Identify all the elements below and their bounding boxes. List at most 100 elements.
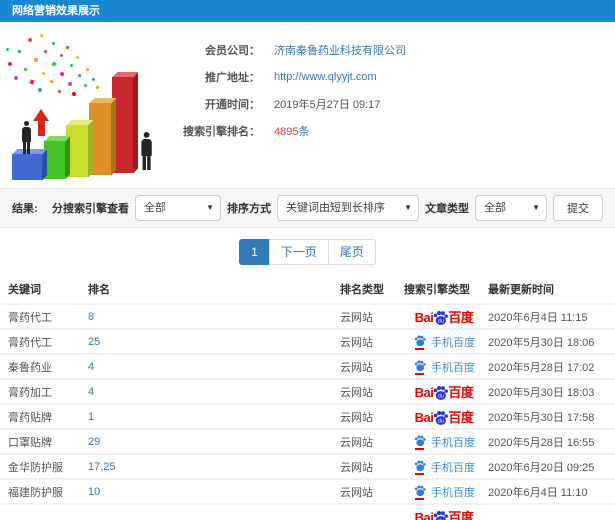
svg-text:du: du xyxy=(438,418,444,424)
keyword-cell: 膏药贴牌 xyxy=(8,411,52,424)
chevron-down-icon: ▼ xyxy=(532,203,540,212)
article-type-label: 文章类型 xyxy=(425,203,469,215)
sort-filter-value: 关键词由短到长排序 xyxy=(286,202,385,214)
mobile-baidu-label: 手机百度 xyxy=(431,336,475,349)
keyword-cell: 膏药代工 xyxy=(8,336,52,349)
rank-count-label: 搜索引擎排名： xyxy=(183,125,260,138)
mobile-baidu-badge: 手机百度 xyxy=(413,459,475,475)
col-header-rank: 排名 xyxy=(88,283,110,296)
submit-button[interactable]: 提交 xyxy=(553,195,603,221)
article-type-select[interactable]: 全部 ▼ xyxy=(475,195,547,221)
filter-controls: 分搜索引擎查看 全部 ▼ 排序方式 关键词由短到长排序 ▼ 文章类型 全部 ▼ … xyxy=(52,195,603,221)
keyword-cell: 膏药代工 xyxy=(8,311,52,324)
rank-type-cell: 云网站 xyxy=(340,311,373,324)
baidu-paw-icon: du xyxy=(434,510,449,520)
table-row: 膏药代工 25 云网站 Baidu百度 手机百度 2020年5月30日 18:0… xyxy=(0,328,615,353)
mobile-baidu-paw-icon xyxy=(413,484,427,500)
rank-cell: 29 xyxy=(88,436,340,448)
engine-type-cell: Baidu百度 手机百度 xyxy=(400,509,488,520)
rank-link[interactable]: 10 xyxy=(88,486,100,498)
mobile-baidu-badge: 手机百度 xyxy=(413,359,475,375)
baidu-paw-icon: du xyxy=(434,385,449,400)
rank-link[interactable]: 4 xyxy=(88,386,94,398)
engine-filter-value: 全部 xyxy=(144,202,166,214)
table-body: 膏药代工 8 云网站 Baidu百度 手机百度 2020年6月4日 11:15 … xyxy=(0,303,615,520)
page-1-button[interactable]: 1 xyxy=(239,239,270,265)
table-row: Baidu百度 手机百度 xyxy=(0,503,615,520)
mobile-baidu-badge: 手机百度 xyxy=(413,484,475,500)
engine-type-cell: Baidu百度 手机百度 xyxy=(400,409,488,425)
mobile-baidu-paw-icon xyxy=(413,459,427,475)
mobile-baidu-label: 手机百度 xyxy=(431,461,475,474)
chevron-down-icon: ▼ xyxy=(206,203,214,212)
col-header-engine-type: 搜索引擎类型 xyxy=(404,283,470,296)
promo-url-link[interactable]: http://www.qlyyjt.com xyxy=(274,71,377,83)
keyword-cell: 秦鲁药业 xyxy=(8,361,52,374)
table-row: 膏药代工 8 云网站 Baidu百度 手机百度 2020年6月4日 11:15 xyxy=(0,303,615,328)
table-header-row: 关键词 排名 排名类型 搜索引擎类型 最新更新时间 xyxy=(0,274,615,303)
keyword-cell: 金华防护服 xyxy=(8,461,63,474)
baidu-pc-logo: Baidu百度 xyxy=(415,509,474,520)
sort-filter-label: 排序方式 xyxy=(227,203,271,215)
growth-arrow-icon xyxy=(33,109,49,136)
info-row-company: 会员公司： 济南秦鲁药业科技有限公司 xyxy=(170,36,615,63)
info-row-url: 推广地址： http://www.qlyyjt.com xyxy=(170,63,615,90)
mobile-baidu-badge: 手机百度 xyxy=(413,334,475,350)
rank-cell: 1 xyxy=(88,411,340,423)
rank-type-cell: 云网站 xyxy=(340,336,373,349)
updated-cell: 2020年5月30日 18:03 xyxy=(488,386,595,399)
open-time-label: 开通时间： xyxy=(205,98,260,111)
baidu-paw-icon: du xyxy=(434,410,449,425)
mobile-baidu-badge: 手机百度 xyxy=(413,434,475,450)
results-filter-bar: 结果: 分搜索引擎查看 全部 ▼ 排序方式 关键词由短到长排序 ▼ 文章类型 全… xyxy=(0,188,615,228)
engine-type-cell: Baidu百度 手机百度 xyxy=(400,309,488,325)
rank-link[interactable]: 1 xyxy=(88,411,94,423)
updated-cell: 2020年6月4日 11:10 xyxy=(488,486,588,499)
rank-cell: 17,25 xyxy=(88,461,340,473)
keyword-cell: 口罩贴牌 xyxy=(8,436,52,449)
pagination: 1 下一页 尾页 xyxy=(0,228,615,274)
last-page-button[interactable]: 尾页 xyxy=(327,239,376,265)
rank-link[interactable]: 29 xyxy=(88,436,100,448)
engine-type-cell: Baidu百度 手机百度 xyxy=(400,459,488,475)
updated-cell: 2020年5月28日 16:55 xyxy=(488,436,595,449)
table-row: 膏药加工 4 云网站 Baidu百度 手机百度 2020年5月30日 18:03 xyxy=(0,378,615,403)
company-link[interactable]: 济南秦鲁药业科技有限公司 xyxy=(274,45,406,57)
rank-type-cell: 云网站 xyxy=(340,361,373,374)
rank-link[interactable]: 25 xyxy=(88,336,100,348)
info-row-open-time: 开通时间： 2019年5月27日 09:17 xyxy=(170,90,615,117)
engine-type-cell: Baidu百度 手机百度 xyxy=(400,359,488,375)
rank-cell: 10 xyxy=(88,486,340,498)
rank-cell: 8 xyxy=(88,311,340,323)
engine-type-cell: Baidu百度 手机百度 xyxy=(400,334,488,350)
table-row: 口罩贴牌 29 云网站 Baidu百度 手机百度 2020年5月28日 16:5… xyxy=(0,428,615,453)
info-row-rank-count: 搜索引擎排名： 4895条 xyxy=(170,117,615,144)
rank-link[interactable]: 17,25 xyxy=(88,461,116,473)
rank-count-value: 4895 xyxy=(274,125,299,138)
keyword-cell: 膏药加工 xyxy=(8,386,52,399)
chart-bar-green xyxy=(44,141,65,179)
engine-filter-label: 分搜索引擎查看 xyxy=(52,203,129,215)
promo-url-label: 推广地址： xyxy=(205,71,260,84)
mobile-baidu-paw-icon xyxy=(413,434,427,450)
col-header-keyword: 关键词 xyxy=(8,283,41,296)
page-title: 网络营销效果展示 xyxy=(12,5,100,17)
rank-cell: 4 xyxy=(88,361,340,373)
article-type-value: 全部 xyxy=(484,202,506,214)
updated-cell: 2020年6月20日 09:25 xyxy=(488,461,595,474)
engine-type-cell: Baidu百度 手机百度 xyxy=(400,484,488,500)
table-row: 秦鲁药业 4 云网站 Baidu百度 手机百度 2020年5月28日 17:02 xyxy=(0,353,615,378)
businessman-figure-right xyxy=(137,132,155,170)
rank-link[interactable]: 8 xyxy=(88,311,94,323)
rank-link[interactable]: 4 xyxy=(88,361,94,373)
next-page-button[interactable]: 下一页 xyxy=(268,239,329,265)
mobile-baidu-paw-icon xyxy=(413,334,427,350)
table-row: 金华防护服 17,25 云网站 Baidu百度 手机百度 2020年6月20日 … xyxy=(0,453,615,478)
open-time-value: 2019年5月27日 09:17 xyxy=(274,98,381,111)
sort-filter-select[interactable]: 关键词由短到长排序 ▼ xyxy=(277,195,419,221)
updated-cell: 2020年6月4日 11:15 xyxy=(488,311,588,324)
rank-count-unit-link[interactable]: 条 xyxy=(298,126,309,138)
updated-cell: 2020年5月28日 17:02 xyxy=(488,361,595,374)
businessman-figure-left xyxy=(18,121,34,154)
engine-filter-select[interactable]: 全部 ▼ xyxy=(135,195,221,221)
